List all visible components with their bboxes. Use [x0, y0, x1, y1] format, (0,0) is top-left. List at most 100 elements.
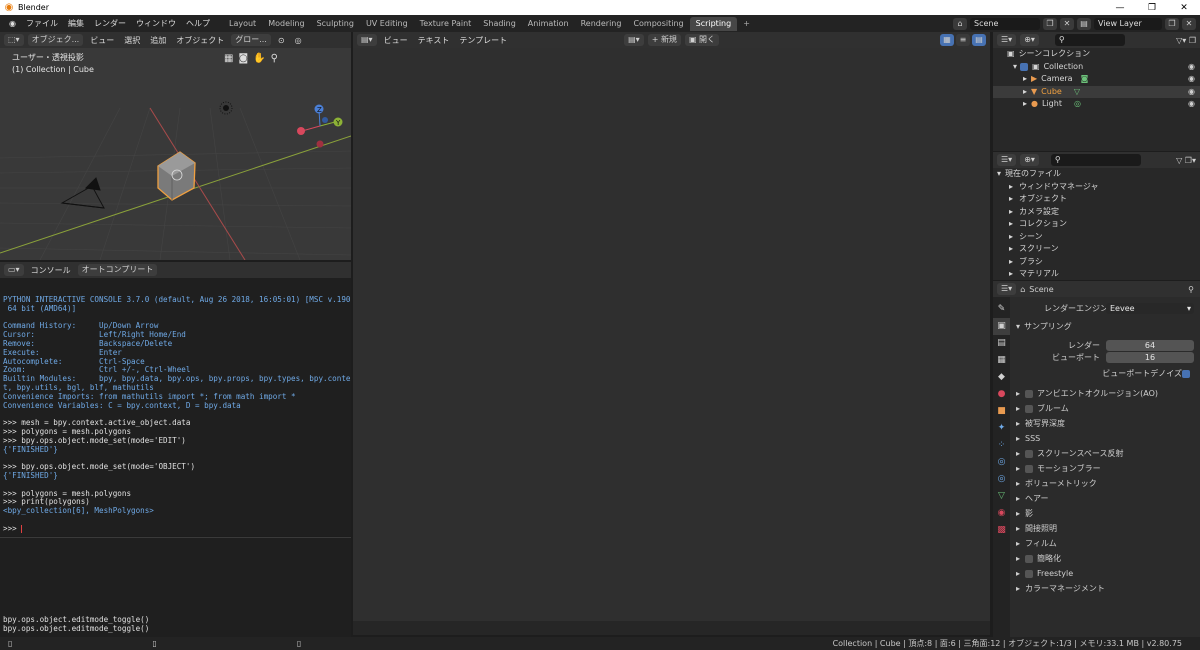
menu-file[interactable]: ファイル: [21, 18, 63, 29]
close-button[interactable]: ✕: [1168, 3, 1200, 13]
display-mode-icon[interactable]: ⊕▾: [1020, 34, 1039, 46]
transform-orientation-select[interactable]: グロー...: [231, 34, 271, 46]
sampling-panel-header[interactable]: ▾ サンプリング: [1010, 320, 1200, 333]
blend-search-input[interactable]: ⚲: [1050, 154, 1141, 166]
tab-compositing[interactable]: Compositing: [627, 17, 689, 31]
open-text-button[interactable]: ▣ 開く: [684, 34, 720, 46]
expand-icon[interactable]: ▸: [1009, 243, 1013, 256]
outliner-item-camera[interactable]: ▸ ▶ Camera ◙ ◉: [993, 73, 1200, 86]
outliner-editor-type-icon[interactable]: ☰▾: [997, 34, 1017, 46]
property-panel-header[interactable]: ▸ ボリューメトリック: [1010, 477, 1200, 490]
tab-modeling[interactable]: Modeling: [262, 17, 310, 31]
console-editor-type-icon[interactable]: ▭▾: [4, 264, 24, 276]
physics-tab-icon[interactable]: ◎: [993, 454, 1010, 471]
autocomplete-button[interactable]: オートコンプリート: [77, 264, 158, 276]
tab-shading[interactable]: Shading: [477, 17, 522, 31]
tab-texture-paint[interactable]: Texture Paint: [414, 17, 478, 31]
property-panel-header[interactable]: ▸ アンビエントオクルージョン(AO): [1010, 387, 1200, 400]
menu-object[interactable]: オブジェクト: [173, 35, 227, 46]
modifier-tab-icon[interactable]: ✦: [993, 420, 1010, 437]
eye-icon[interactable]: ◉: [1188, 61, 1195, 74]
eye-icon[interactable]: ◉: [1188, 98, 1195, 111]
property-panel-header[interactable]: ▸ ブルーム: [1010, 402, 1200, 415]
properties-editor-type-icon[interactable]: ☰▾: [997, 283, 1017, 295]
text-editor-type-icon[interactable]: ▤▾: [357, 34, 377, 46]
blend-editor-type-icon[interactable]: ☰▾: [997, 154, 1017, 166]
expand-icon[interactable]: ▸: [1009, 181, 1013, 194]
proportional-icon[interactable]: ◎: [292, 36, 305, 45]
light-object[interactable]: [219, 101, 233, 115]
property-panel-header[interactable]: ▸ 簡略化: [1010, 552, 1200, 565]
delete-view-layer-icon[interactable]: ✕: [1182, 17, 1196, 30]
pin-icon[interactable]: ⚲: [1188, 285, 1200, 294]
collection-checkbox[interactable]: [1020, 62, 1029, 71]
text-editor-area[interactable]: [353, 48, 990, 621]
expand-icon[interactable]: ▾: [997, 168, 1001, 181]
tab-animation[interactable]: Animation: [522, 17, 575, 31]
scene-field[interactable]: Scene: [970, 17, 1040, 30]
blend-data-item[interactable]: ▸ ウィンドウマネージャ: [993, 181, 1200, 194]
property-panel-header[interactable]: ▸ モーションブラー: [1010, 462, 1200, 475]
expand-icon[interactable]: ▸: [1009, 231, 1013, 244]
blend-data-item[interactable]: ▸ ブラシ: [993, 256, 1200, 269]
text-menu-view[interactable]: ビュー: [381, 35, 411, 46]
menu-select[interactable]: 選択: [121, 35, 143, 46]
console-menu[interactable]: コンソール: [28, 265, 74, 276]
eye-icon[interactable]: ◉: [1188, 86, 1195, 99]
current-file-root[interactable]: ▾ 現在のファイル: [993, 168, 1200, 181]
blend-data-item[interactable]: ▸ オブジェクト: [993, 193, 1200, 206]
outliner-collection[interactable]: ▾ ▣ Collection ◉: [993, 61, 1200, 74]
word-wrap-icon[interactable]: ≡: [956, 34, 970, 46]
pan-hand-icon[interactable]: ✋: [253, 53, 265, 64]
property-panel-header[interactable]: ▸ SSS: [1010, 432, 1200, 445]
panel-checkbox[interactable]: [1025, 389, 1034, 398]
panel-checkbox[interactable]: [1025, 464, 1034, 473]
tab-uv-editing[interactable]: UV Editing: [360, 17, 414, 31]
zoom-icon[interactable]: ⚲: [271, 53, 278, 64]
property-panel-header[interactable]: ▸ 被写界深度: [1010, 417, 1200, 430]
data-tab-icon[interactable]: ▽: [993, 488, 1010, 505]
grid-view-icon[interactable]: ▦: [224, 53, 233, 64]
property-panel-header[interactable]: ▸ スクリーンスペース反射: [1010, 447, 1200, 460]
menu-edit[interactable]: 編集: [63, 18, 89, 29]
tab-scripting[interactable]: Scripting: [689, 17, 738, 31]
tool-tab-icon[interactable]: ✎: [993, 301, 1010, 318]
menu-render[interactable]: レンダー: [89, 18, 131, 29]
tab-rendering[interactable]: Rendering: [575, 17, 628, 31]
menu-view[interactable]: ビュー: [87, 35, 117, 46]
snap-icon[interactable]: ⊙: [275, 36, 288, 45]
expand-icon[interactable]: ▸: [1023, 86, 1027, 99]
blend-display-mode-icon[interactable]: ⊕▾: [1020, 154, 1039, 166]
menu-help[interactable]: ヘルプ: [181, 18, 215, 29]
menu-add[interactable]: 追加: [147, 35, 169, 46]
view-layer-icon[interactable]: ▤: [1077, 17, 1091, 30]
new-scene-icon[interactable]: ❐: [1043, 17, 1057, 30]
blend-data-item[interactable]: ▸ コレクション: [993, 218, 1200, 231]
blend-data-item[interactable]: ▸ カメラ設定: [993, 206, 1200, 219]
render-tab-icon[interactable]: ▣: [993, 318, 1010, 335]
3d-viewport[interactable]: Z Y ユーザー・透視投影 (1) Collection | Cube ▦ ◙ …: [0, 48, 351, 260]
outliner-scene-collection[interactable]: ▣ シーンコレクション: [993, 48, 1200, 61]
texture-tab-icon[interactable]: ▩: [993, 522, 1010, 539]
tab-layout[interactable]: Layout: [223, 17, 262, 31]
viewport-samples-field[interactable]: 16: [1106, 352, 1194, 363]
outliner-item-cube[interactable]: ▸ ▼ Cube ▽ ◉: [993, 85, 1200, 99]
constraints-tab-icon[interactable]: ◎: [993, 471, 1010, 488]
render-samples-field[interactable]: 64: [1106, 340, 1194, 351]
add-workspace-button[interactable]: +: [737, 17, 756, 31]
property-panel-header[interactable]: ▸ 影: [1010, 507, 1200, 520]
blend-filter-icon[interactable]: ▽ ❐▾: [1176, 156, 1200, 165]
minimize-button[interactable]: —: [1104, 3, 1136, 13]
text-menu-template[interactable]: テンプレート: [456, 35, 510, 46]
mode-select[interactable]: オブジェク...: [27, 34, 84, 46]
new-text-button[interactable]: + 新規: [647, 34, 681, 46]
expand-icon[interactable]: ▸: [1023, 98, 1027, 111]
expand-icon[interactable]: ▸: [1009, 268, 1013, 281]
particles-tab-icon[interactable]: ⁘: [993, 437, 1010, 454]
world-tab-icon[interactable]: ●: [993, 386, 1010, 403]
view-layer-field[interactable]: View Layer: [1094, 17, 1162, 30]
blend-data-item[interactable]: ▸ スクリーン: [993, 243, 1200, 256]
property-panel-header[interactable]: ▸ Freestyle: [1010, 567, 1200, 580]
expand-icon[interactable]: ▾: [1013, 61, 1017, 74]
tab-sculpting[interactable]: Sculpting: [311, 17, 360, 31]
